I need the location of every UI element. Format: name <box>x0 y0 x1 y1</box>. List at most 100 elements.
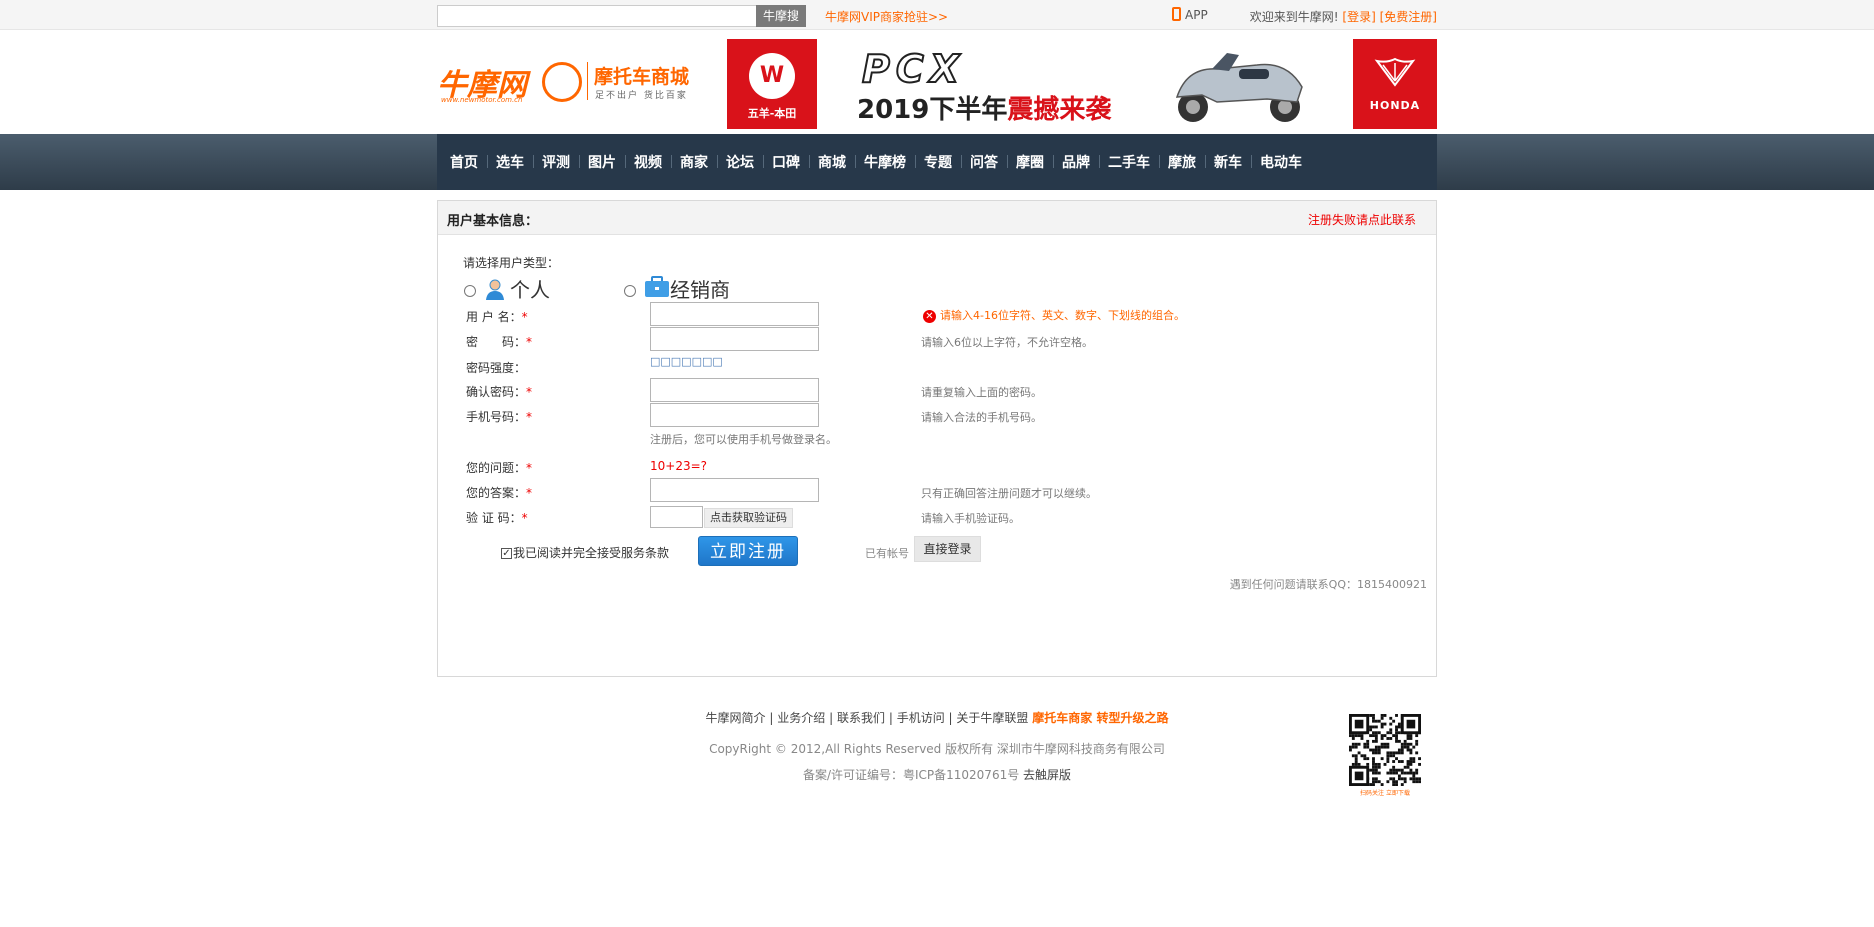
banner-slogan: 2019下半年震撼来袭 <box>857 89 1111 126</box>
ad-banner[interactable]: W 五羊-本田 PCX 2019下半年震撼来袭 HONDA <box>727 39 1437 129</box>
footer-link-about[interactable]: 牛摩网简介 <box>706 711 766 725</box>
nav-item-5[interactable]: 商家 <box>671 152 717 172</box>
banner-slogan-hot: 震撼来袭 <box>1007 95 1112 125</box>
panel-header: 用户基本信息： 注册失败请点此联系 <box>438 201 1436 235</box>
answer-label: 您的答案：* <box>466 486 533 500</box>
qr-code-image <box>1349 714 1421 786</box>
footer-sep: | <box>769 711 774 725</box>
nav-item-3[interactable]: 图片 <box>579 152 625 172</box>
welcome-area: 欢迎来到牛摩网! [登录] [免费注册] <box>1250 8 1437 25</box>
password-hint: 请输入6位以上字符，不允许空格。 <box>921 336 1093 349</box>
nav-bar: 首页 选车 评测 图片 视频 商家 论坛 口碑 商城 牛摩榜 专题 问答 摩圈 品牌 二手车 摩旅 新车 电动车 <box>0 134 1874 190</box>
password-input[interactable] <box>650 327 819 351</box>
nav-item-9[interactable]: 牛摩榜 <box>855 152 915 172</box>
nav-item-8[interactable]: 商城 <box>809 152 855 172</box>
footer-sep: | <box>948 711 953 725</box>
app-link[interactable]: APP <box>1172 7 1208 22</box>
register-now-button[interactable]: 立即注册 <box>698 536 798 566</box>
banner-slogan-prefix: 2019下半年 <box>857 95 1008 125</box>
personal-radio[interactable] <box>464 285 476 297</box>
briefcase-icon <box>645 276 669 297</box>
search-input[interactable] <box>437 5 757 27</box>
username-input[interactable] <box>650 302 819 326</box>
header: 牛摩网 www.newmotor.com.cn 摩托车商城 足不出户 货比百家 … <box>0 30 1874 134</box>
agree-checkbox[interactable]: ✓ <box>501 548 512 559</box>
welcome-text: 欢迎来到牛摩网! <box>1249 10 1339 24</box>
have-account-label: 已有帐号 <box>865 547 909 560</box>
password-strength-meter: □□□□□□□ <box>650 355 723 368</box>
security-question: 10+23=? <box>650 459 708 473</box>
register-panel: 用户基本信息： 注册失败请点此联系 请选择用户类型： 个人 经销商 用 户 名：… <box>437 200 1437 677</box>
phone-label: 手机号码：* <box>466 410 533 424</box>
honda-badge: HONDA <box>1353 39 1437 129</box>
wuyang-honda-badge: W 五羊-本田 <box>727 39 817 129</box>
phone-input[interactable] <box>650 403 819 427</box>
touch-version-link[interactable]: 去触屏版 <box>1023 768 1071 782</box>
direct-login-button[interactable]: 直接登录 <box>914 536 981 562</box>
panel-title: 用户基本信息： <box>447 214 539 229</box>
footer-link-alliance[interactable]: 关于牛摩联盟 <box>956 711 1028 725</box>
wuyang-logo-icon: W <box>749 53 795 99</box>
nav-item-6[interactable]: 论坛 <box>717 152 763 172</box>
nav-item-11[interactable]: 问答 <box>961 152 1007 172</box>
get-captcha-button[interactable]: 点击获取验证码 <box>704 508 793 528</box>
dealer-label[interactable]: 经销商 <box>670 274 730 303</box>
nav-item-14[interactable]: 二手车 <box>1099 152 1159 172</box>
nav-item-13[interactable]: 品牌 <box>1053 152 1099 172</box>
logo-slogan: 足不出户 货比百家 <box>595 91 688 101</box>
footer-link-business[interactable]: 业务介绍 <box>777 711 825 725</box>
nav-item-1[interactable]: 选车 <box>487 152 533 172</box>
nav-item-0[interactable]: 首页 <box>441 152 487 172</box>
confirm-password-input[interactable] <box>650 378 819 402</box>
top-bar: 牛摩搜 牛摩网VIP商家抢驻>> APP 欢迎来到牛摩网! [登录] [免费注册… <box>0 0 1874 30</box>
phone-icon <box>1172 7 1181 21</box>
contact-qq: 遇到任何问题请联系QQ：1815400921 <box>1229 578 1427 591</box>
dealer-radio[interactable] <box>624 285 636 297</box>
nav-item-4[interactable]: 视频 <box>625 152 671 172</box>
phone-hint: 请输入合法的手机号码。 <box>921 411 1042 424</box>
user-type-title: 请选择用户类型： <box>463 256 560 270</box>
confirm-password-label: 确认密码：* <box>466 385 533 399</box>
confirm-password-hint: 请重复输入上面的密码。 <box>921 386 1042 399</box>
logo-mall-title: 摩托车商城 <box>594 66 690 88</box>
footer-link-merchant-upgrade[interactable]: 摩托车商家 转型升级之路 <box>1032 711 1168 725</box>
logo-url: www.newmotor.com.cn <box>441 96 523 104</box>
nav-item-15[interactable]: 摩旅 <box>1159 152 1205 172</box>
nav-item-10[interactable]: 专题 <box>915 152 961 172</box>
password-label: 密 码：* <box>466 335 533 349</box>
qr-caption: 扫码关注 立即下载 <box>1360 790 1410 797</box>
answer-hint: 只有正确回答注册问题才可以继续。 <box>921 487 1097 500</box>
nav-item-2[interactable]: 评测 <box>533 152 579 172</box>
main-nav: 首页 选车 评测 图片 视频 商家 论坛 口碑 商城 牛摩榜 专题 问答 摩圈 品牌 二手车 摩旅 新车 电动车 <box>437 134 1437 190</box>
footer-links: 牛摩网简介 | 业务介绍 | 联系我们 | 手机访问 | 关于牛摩联盟 摩托车商… <box>437 709 1437 726</box>
site-logo[interactable]: 牛摩网 www.newmotor.com.cn 摩托车商城 足不出户 货比百家 <box>437 58 692 108</box>
vip-merchant-link[interactable]: 牛摩网VIP商家抢驻>> <box>825 8 948 25</box>
footer-link-mobile[interactable]: 手机访问 <box>897 711 945 725</box>
icp-number: 备案/许可证编号：粤ICP备11020761号 <box>802 768 1020 782</box>
search-button[interactable]: 牛摩搜 <box>756 5 806 27</box>
answer-input[interactable] <box>650 478 819 502</box>
nav-item-7[interactable]: 口碑 <box>763 152 809 172</box>
footer-copyright: CopyRight © 2012,All Rights Reserved 版权所… <box>709 742 1165 756</box>
register-fail-contact-link[interactable]: 注册失败请点此联系 <box>1308 211 1416 228</box>
captcha-label: 验 证 码：* <box>466 511 528 525</box>
captcha-input[interactable] <box>650 506 703 528</box>
nav-item-16[interactable]: 新车 <box>1205 152 1251 172</box>
scooter-image <box>1175 53 1303 122</box>
banner-model-name: PCX <box>861 46 966 92</box>
footer-sep: | <box>829 711 834 725</box>
personal-label[interactable]: 个人 <box>510 274 550 303</box>
free-register-link[interactable]: [免费注册] <box>1380 10 1437 24</box>
agree-terms-label[interactable]: 我已阅读并完全接受服务条款 <box>513 544 669 561</box>
footer-link-contact[interactable]: 联系我们 <box>837 711 885 725</box>
wheel-icon <box>542 62 582 102</box>
login-link[interactable]: [登录] <box>1342 10 1375 24</box>
person-icon <box>486 279 504 300</box>
honda-wing-icon <box>1374 57 1416 87</box>
nav-item-17[interactable]: 电动车 <box>1251 152 1311 172</box>
username-label: 用 户 名：* <box>466 310 528 324</box>
error-icon: ✕ <box>923 310 936 323</box>
nav-item-12[interactable]: 摩圈 <box>1007 152 1053 172</box>
logo-divider <box>587 62 588 100</box>
question-label: 您的问题：* <box>466 461 533 475</box>
